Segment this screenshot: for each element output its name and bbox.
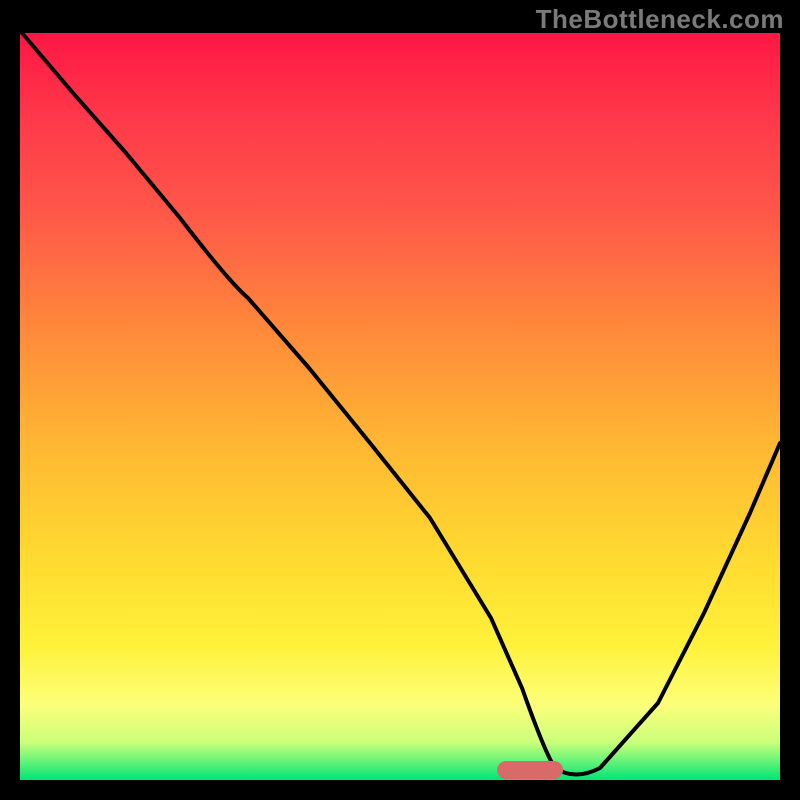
watermark-text: TheBottleneck.com [536,4,784,35]
curve-path [22,33,780,775]
optimal-marker [497,761,563,779]
bottleneck-curve [20,33,780,780]
chart-stage: TheBottleneck.com [0,0,800,800]
plot-area [20,33,780,780]
